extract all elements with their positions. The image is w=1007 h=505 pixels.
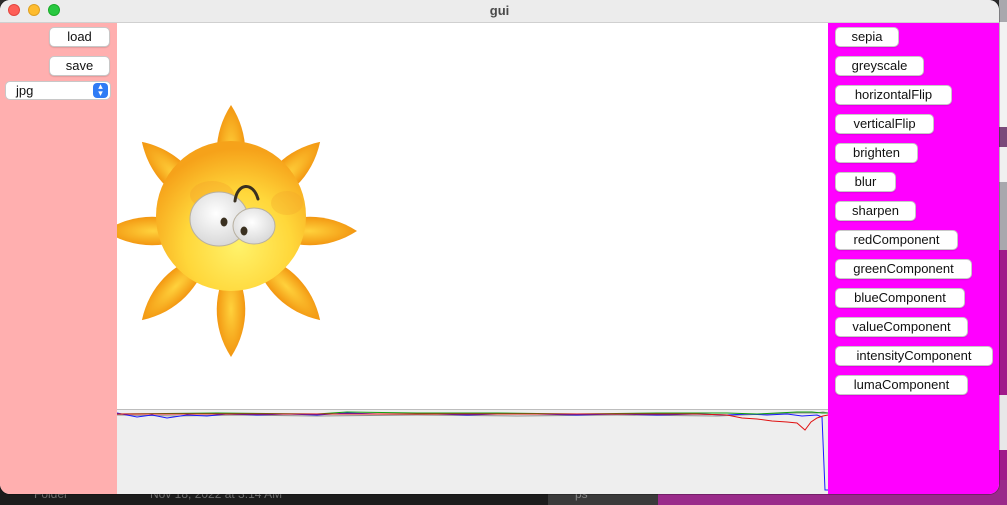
background-window-edge [999, 0, 1007, 480]
save-button[interactable]: save [49, 56, 110, 76]
sharpen-button[interactable]: sharpen [835, 201, 916, 221]
format-select-value: jpg [16, 83, 34, 98]
red-component-button[interactable]: redComponent [835, 230, 958, 250]
desktop: Folder Nov 18, 2022 at 3:14 AM ps gui lo… [0, 0, 1007, 505]
chevron-updown-icon: ▴ ▾ [93, 82, 108, 98]
right-eye [232, 207, 276, 245]
blur-button[interactable]: blur [835, 172, 896, 192]
gui-window: gui load save jpg ▴ ▾ sepia greyscale ho… [0, 0, 999, 494]
value-component-button[interactable]: valueComponent [835, 317, 968, 337]
right-panel: sepia greyscale horizontalFlip verticalF… [828, 23, 999, 494]
background-segment [999, 22, 1007, 127]
left-panel: load save jpg ▴ ▾ [0, 23, 117, 494]
sepia-button[interactable]: sepia [835, 27, 899, 47]
face-shade [271, 191, 303, 215]
histogram-red-line [117, 413, 829, 431]
horizontal-flip-button[interactable]: horizontalFlip [835, 85, 952, 105]
image-canvas[interactable] [105, 23, 828, 409]
title-bar[interactable]: gui [0, 0, 999, 23]
blue-component-button[interactable]: blueComponent [835, 288, 965, 308]
vertical-flip-button[interactable]: verticalFlip [835, 114, 934, 134]
window-title: gui [489, 3, 510, 18]
cartoon-sun-image [105, 105, 357, 357]
right-pupil [240, 226, 248, 236]
left-pupil [220, 217, 228, 227]
background-segment [999, 147, 1007, 182]
luma-component-button[interactable]: lumaComponent [835, 375, 968, 395]
load-button[interactable]: load [49, 27, 110, 47]
brighten-button[interactable]: brighten [835, 143, 918, 163]
histogram-panel [116, 409, 829, 494]
intensity-component-button[interactable]: intensityComponent [835, 346, 993, 366]
background-segment [999, 395, 1007, 450]
histogram-blue-line [116, 412, 828, 491]
background-segment [999, 127, 1007, 147]
format-select[interactable]: jpg ▴ ▾ [5, 81, 111, 100]
histogram-chart [116, 411, 829, 491]
green-component-button[interactable]: greenComponent [835, 259, 972, 279]
greyscale-button[interactable]: greyscale [835, 56, 924, 76]
